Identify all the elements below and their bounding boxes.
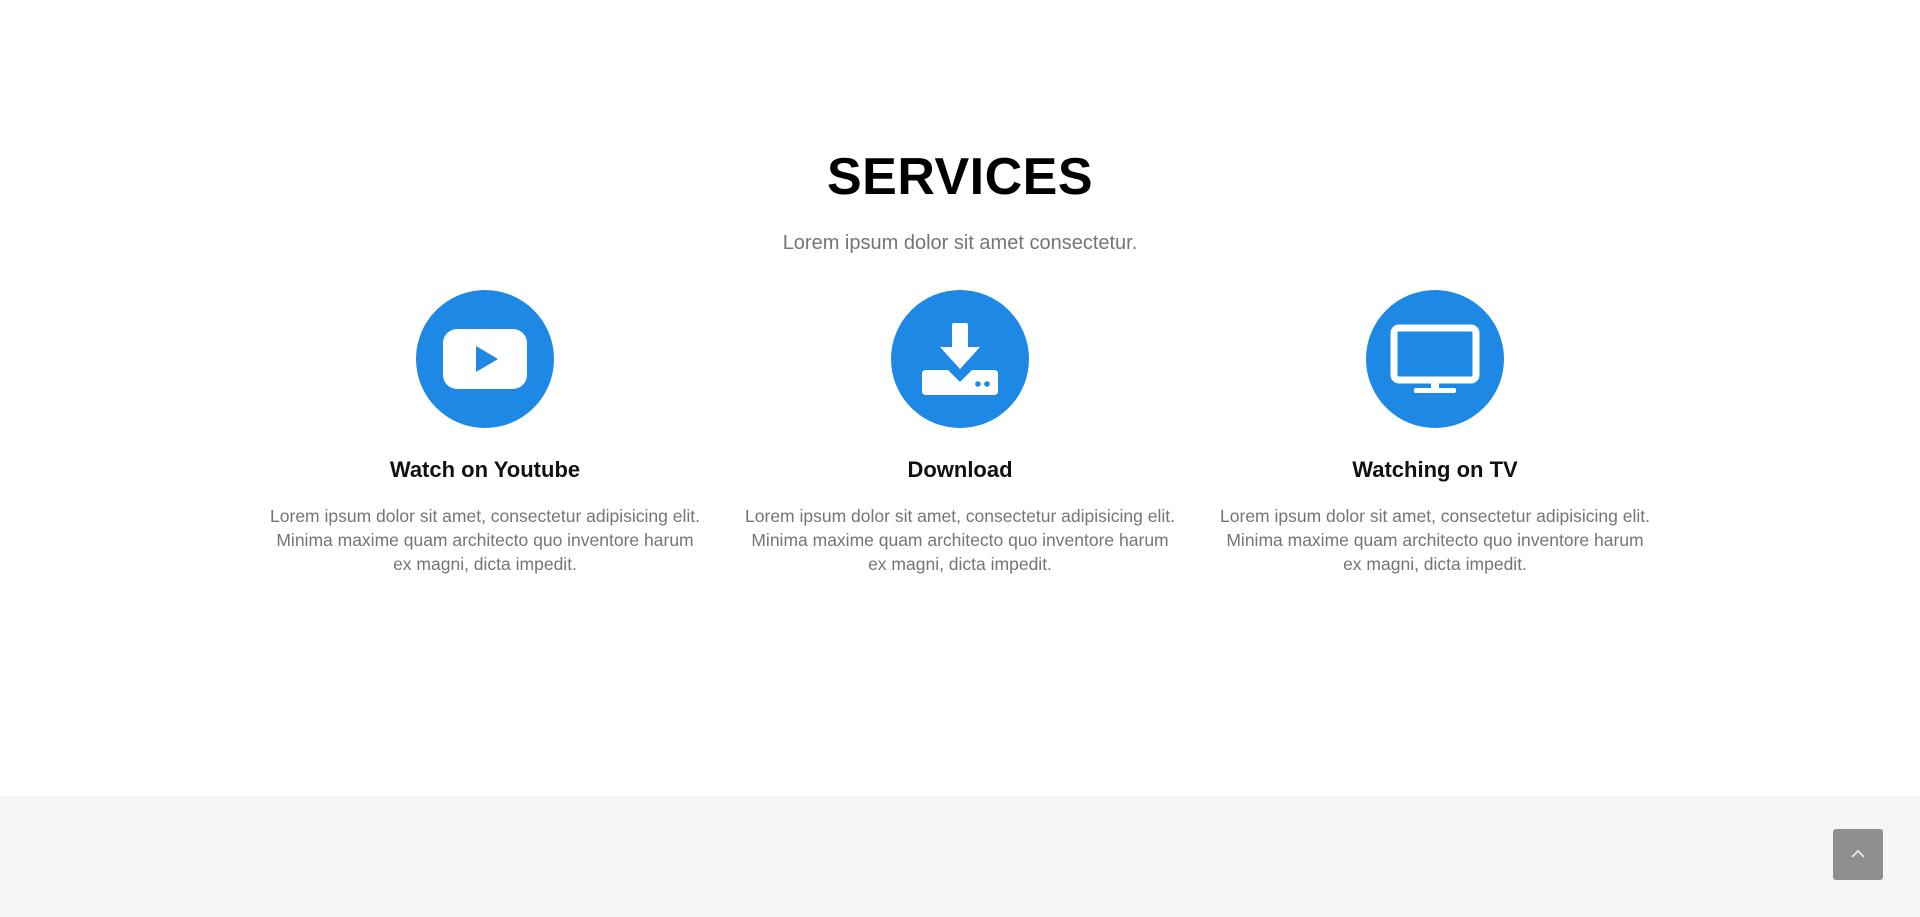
download-icon — [922, 323, 998, 395]
service-card-tv: Watching on TV Lorem ipsum dolor sit ame… — [1215, 290, 1655, 576]
service-title: Watch on Youtube — [389, 457, 581, 482]
section-title: SERVICES — [826, 148, 1094, 206]
chevron-up-icon — [1850, 846, 1866, 864]
service-description: Lorem ipsum dolor sit amet, consectetur … — [270, 506, 700, 574]
youtube-icon — [443, 329, 527, 389]
tv-icon — [1390, 324, 1480, 394]
service-title: Watching on TV — [1352, 457, 1518, 482]
service-description: Lorem ipsum dolor sit amet, consectetur … — [1220, 506, 1650, 574]
section-subtitle: Lorem ipsum dolor sit amet consectetur. — [782, 232, 1138, 254]
services-section: SERVICES Lorem ipsum dolor sit amet cons… — [0, 0, 1920, 796]
service-icon-circle — [891, 290, 1029, 428]
service-description: Lorem ipsum dolor sit amet, consectetur … — [745, 506, 1175, 574]
service-icon-circle — [1366, 290, 1504, 428]
footer-band — [0, 796, 1920, 917]
service-icon-circle — [416, 290, 554, 428]
back-to-top-button[interactable] — [1833, 829, 1883, 880]
service-title: Download — [907, 457, 1013, 482]
service-card-download: Download Lorem ipsum dolor sit amet, con… — [740, 290, 1180, 576]
service-card-youtube: Watch on Youtube Lorem ipsum dolor sit a… — [265, 290, 705, 576]
